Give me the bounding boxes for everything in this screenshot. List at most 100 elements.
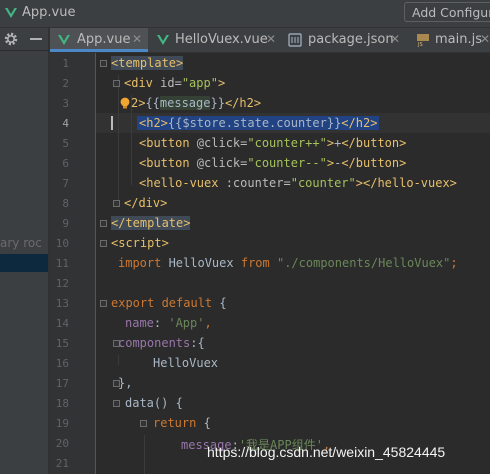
fold-marker[interactable] bbox=[100, 60, 107, 67]
token-brace: { bbox=[212, 296, 227, 310]
code-line-3: 2>{{message}}</h2> bbox=[131, 96, 261, 110]
token-tag: </h2> bbox=[341, 116, 378, 130]
token-keyword: import bbox=[118, 256, 162, 270]
code-line-1: <template> bbox=[111, 56, 184, 70]
token-attr: :counter= bbox=[225, 176, 291, 190]
token-property: name bbox=[125, 316, 154, 330]
vue-icon bbox=[157, 35, 169, 45]
token-brace: { bbox=[196, 416, 211, 430]
token-punct: :{ bbox=[190, 336, 205, 350]
code-line-2: <div id="app"> bbox=[124, 76, 225, 90]
token-keyword: from bbox=[240, 256, 270, 270]
line-number: 21 bbox=[55, 457, 69, 470]
token-identifier: HelloVuex bbox=[161, 256, 241, 270]
line-number: 18 bbox=[55, 397, 69, 410]
line-number-current: 4 bbox=[62, 117, 69, 130]
code-line-14: name: 'App', bbox=[125, 316, 212, 330]
token-brace: }} bbox=[210, 96, 225, 110]
window-title: App.vue bbox=[22, 5, 76, 20]
editor-tab-bar: App.vue ✕ HelloVuex.vue ✕ package.json ✕… bbox=[50, 28, 490, 53]
project-panel: ary roc bbox=[0, 51, 48, 474]
token-tag: </template> bbox=[111, 216, 191, 230]
token-attr: id= bbox=[160, 76, 182, 90]
token-property: components bbox=[118, 336, 191, 350]
gear-icon[interactable] bbox=[3, 31, 19, 47]
line-number: 6 bbox=[62, 157, 69, 170]
line-number: 3 bbox=[62, 97, 69, 110]
token-expression: message bbox=[159, 96, 211, 110]
token-string: 'App' bbox=[168, 316, 205, 330]
code-line-9: </template> bbox=[111, 216, 191, 230]
token-punct: , bbox=[204, 316, 212, 330]
token-string: "./components/HelloVuex" bbox=[269, 256, 451, 270]
token-tag: <button bbox=[139, 136, 197, 150]
code-line-11: import HelloVuex from "./components/Hell… bbox=[118, 256, 458, 270]
token-tag: </h2> bbox=[224, 96, 262, 110]
minimize-icon[interactable] bbox=[28, 31, 44, 47]
close-icon[interactable]: ✕ bbox=[266, 32, 276, 46]
close-icon[interactable]: ✕ bbox=[390, 32, 400, 46]
project-tree-selection[interactable] bbox=[0, 254, 48, 272]
tab-package-json[interactable]: package.json ✕ bbox=[280, 28, 408, 52]
token-expression: {{$store.state.counter}} bbox=[167, 116, 342, 130]
token-tag: > bbox=[326, 136, 335, 150]
fold-marker[interactable] bbox=[140, 420, 147, 427]
project-toolstrip bbox=[0, 28, 50, 51]
code-line-19: return { bbox=[153, 416, 211, 430]
token-value: "counter" bbox=[290, 176, 356, 190]
line-number: 13 bbox=[55, 297, 69, 310]
line-number: 19 bbox=[55, 417, 69, 430]
token-tag: <div bbox=[124, 76, 161, 90]
token-tag: </button> bbox=[341, 156, 407, 170]
lightbulb-icon[interactable] bbox=[119, 97, 131, 109]
add-configuration-button[interactable]: Add Configur bbox=[404, 2, 490, 22]
line-number: 16 bbox=[55, 357, 69, 370]
token-value: "app" bbox=[181, 76, 218, 90]
close-icon[interactable]: ✕ bbox=[132, 32, 142, 46]
token-function: data() { bbox=[125, 396, 183, 410]
token-tag: <hello-vuex bbox=[139, 176, 226, 190]
code-line-13: export default { bbox=[111, 296, 227, 310]
line-number: 10 bbox=[55, 237, 69, 250]
tab-label: main.js bbox=[435, 32, 482, 47]
line-number: 5 bbox=[62, 137, 69, 150]
code-line-5: <button @click="counter++">+</button> bbox=[139, 136, 406, 150]
code-line-4-selected: <h2>{{$store.state.counter}}</h2> bbox=[137, 116, 380, 130]
token-keyword: export default bbox=[111, 296, 213, 310]
code-line-7: <hello-vuex :counter="counter"></hello-v… bbox=[139, 176, 457, 190]
close-icon[interactable]: ✕ bbox=[480, 32, 490, 46]
json-icon bbox=[288, 33, 302, 47]
token-tag: <script> bbox=[111, 236, 169, 250]
token-tag: <button bbox=[139, 156, 197, 170]
line-number: 7 bbox=[62, 177, 69, 190]
code-line-6: <button @click="counter--">-</button> bbox=[139, 156, 406, 170]
fold-marker[interactable] bbox=[100, 300, 107, 307]
line-number: 1 bbox=[62, 57, 69, 70]
add-configuration-label: Add Configur bbox=[412, 5, 490, 20]
fold-marker[interactable] bbox=[100, 220, 107, 227]
vue-icon bbox=[58, 35, 70, 45]
csdn-watermark: https://blog.csdn.net/weixin_45824445 bbox=[207, 444, 446, 460]
token-tag: </div> bbox=[124, 196, 168, 210]
fold-marker[interactable] bbox=[113, 400, 120, 407]
tab-app-vue[interactable]: App.vue ✕ bbox=[50, 28, 148, 52]
line-number: 15 bbox=[55, 337, 69, 350]
tab-label: App.vue bbox=[77, 32, 131, 47]
line-number: 8 bbox=[62, 197, 69, 210]
tab-hellovuex-vue[interactable]: HelloVuex.vue ✕ bbox=[148, 28, 280, 52]
fold-marker[interactable] bbox=[113, 80, 120, 87]
indent-guide bbox=[118, 355, 119, 365]
line-number: 2 bbox=[62, 77, 69, 90]
token-attr: @click= bbox=[196, 136, 248, 150]
line-number: 20 bbox=[55, 437, 69, 450]
line-number: 11 bbox=[55, 257, 69, 270]
token-punct: ; bbox=[450, 256, 458, 270]
tab-main-js[interactable]: JS main.js ✕ bbox=[408, 28, 490, 52]
fold-marker[interactable] bbox=[113, 200, 120, 207]
token-tag: <template> bbox=[111, 56, 184, 70]
svg-text:JS: JS bbox=[417, 42, 423, 47]
code-line-16: HelloVuex bbox=[153, 356, 218, 370]
token-tag: > bbox=[326, 156, 335, 170]
fold-marker[interactable] bbox=[100, 240, 107, 247]
project-tree-fragment: ary roc bbox=[0, 236, 42, 250]
